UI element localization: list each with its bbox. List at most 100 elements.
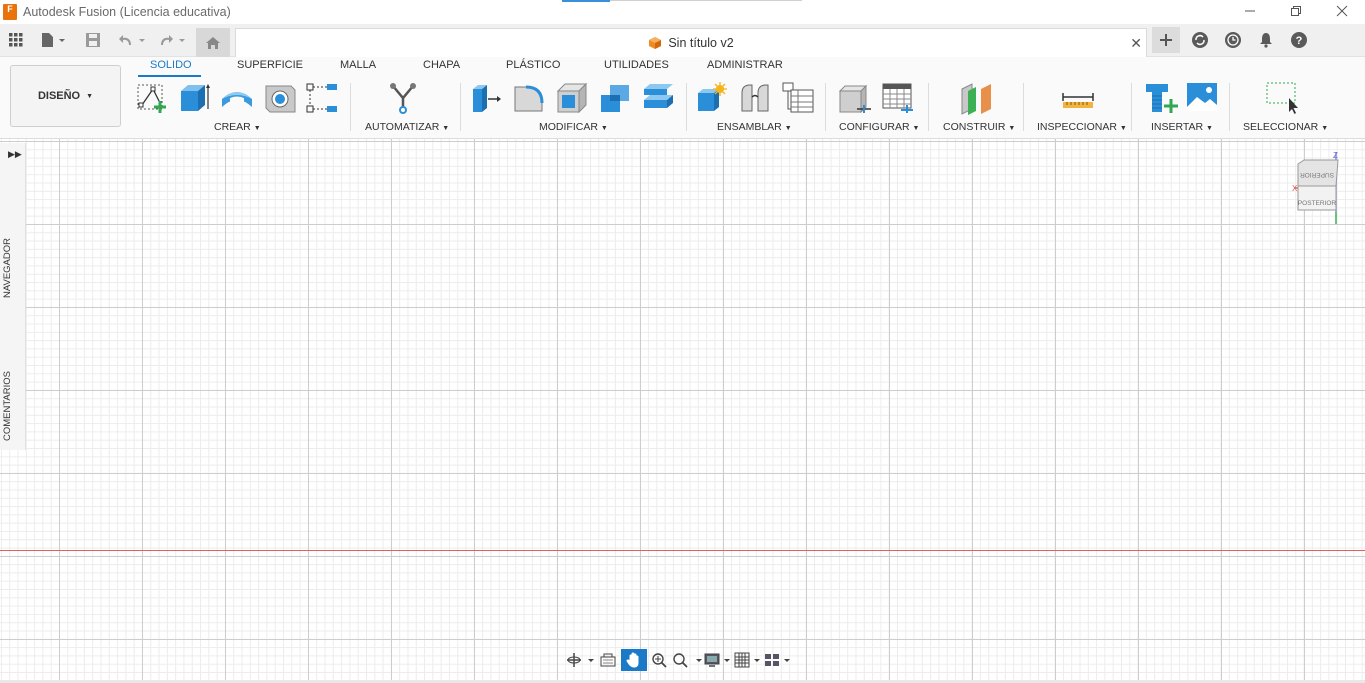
expand-panel-icon[interactable]: ▶▶ <box>8 149 22 160</box>
quick-access-bar: Sin título v2 ✕ ? <box>0 24 1365 57</box>
navigation-bar <box>565 648 801 672</box>
origin-axis-line <box>0 550 1365 551</box>
group-modificar[interactable]: MODIFICAR ▼ <box>539 121 608 133</box>
group-configurar[interactable]: CONFIGURAR ▼ <box>839 121 919 133</box>
group-inspeccionar[interactable]: INSPECCIONAR ▼ <box>1037 121 1127 133</box>
title-accent-line <box>610 0 802 1</box>
construct-plane-icon[interactable] <box>959 81 993 115</box>
bill-of-materials-icon[interactable] <box>781 81 815 115</box>
select-icon[interactable] <box>1265 81 1299 115</box>
workspace-selector[interactable]: DISEÑO ▼ <box>10 65 121 127</box>
minimize-button[interactable] <box>1227 0 1273 22</box>
history-icon[interactable] <box>1222 27 1244 53</box>
document-title: Sin título v2 <box>668 36 734 50</box>
tab-plastico[interactable]: PLÁSTICO <box>506 59 560 71</box>
automate-icon[interactable] <box>386 81 420 115</box>
ribbon: DISEÑO ▼ SOLIDO SUPERFICIE MALLA CHAPA P… <box>0 57 1365 139</box>
fillet-icon[interactable] <box>512 81 546 115</box>
viewcube-top-label: SUPERIOR <box>1300 171 1334 178</box>
undo-icon[interactable] <box>115 27 149 53</box>
insert-canvas-icon[interactable] <box>1186 81 1220 115</box>
pan-icon[interactable] <box>621 649 647 671</box>
new-tab-icon[interactable] <box>1152 27 1180 53</box>
svg-text:?: ? <box>1296 35 1303 47</box>
create-sketch-icon[interactable] <box>135 81 169 115</box>
workspace-label: DISEÑO <box>37 90 81 102</box>
grid-apps-icon[interactable] <box>6 27 26 53</box>
group-seleccionar[interactable]: SELECCIONAR ▼ <box>1243 121 1328 133</box>
side-panel: ▶▶ NAVEGADOR COMENTARIOS <box>0 143 26 450</box>
look-at-icon[interactable] <box>595 649 621 671</box>
tab-malla[interactable]: MALLA <box>340 59 376 71</box>
tab-solido[interactable]: SOLIDO <box>150 59 192 71</box>
viewports-icon[interactable] <box>763 649 793 671</box>
window-title: Autodesk Fusion (Licencia educativa) <box>23 5 231 19</box>
bell-icon[interactable] <box>1256 27 1276 53</box>
axis-z-label: Z <box>1333 151 1338 160</box>
close-tab-icon[interactable]: ✕ <box>1130 35 1142 52</box>
shell-icon[interactable] <box>555 81 589 115</box>
fusion-logo-icon: F <box>3 4 17 20</box>
separator <box>686 83 687 131</box>
separator <box>460 83 461 131</box>
active-tab-indicator <box>138 75 201 77</box>
chevron-down-icon: ▼ <box>600 125 608 132</box>
extrude-icon[interactable] <box>177 81 211 115</box>
chevron-down-icon: ▼ <box>253 125 261 132</box>
fit-zoom-icon[interactable] <box>671 649 703 671</box>
measure-icon[interactable] <box>1061 81 1095 115</box>
close-window-button[interactable] <box>1319 0 1365 22</box>
title-accent <box>562 0 610 2</box>
chevron-down-icon: ▼ <box>442 125 450 132</box>
redo-icon[interactable] <box>155 27 189 53</box>
design-canvas[interactable] <box>0 139 1365 680</box>
chevron-down-icon: ▼ <box>1119 125 1127 132</box>
chevron-down-icon: ▼ <box>86 92 94 100</box>
chevron-down-icon: ▼ <box>1206 125 1213 132</box>
separator <box>1023 83 1024 131</box>
orbit-icon[interactable] <box>565 649 595 671</box>
chevron-down-icon: ▼ <box>912 125 920 132</box>
navigator-label[interactable]: NAVEGADOR <box>2 238 13 298</box>
combine-icon[interactable] <box>598 81 632 115</box>
document-tab[interactable]: Sin título v2 ✕ <box>235 28 1147 57</box>
separator <box>825 83 826 131</box>
grid-settings-icon[interactable] <box>733 649 763 671</box>
offset-face-icon[interactable] <box>641 81 675 115</box>
group-crear[interactable]: CREAR ▼ <box>214 121 261 133</box>
zoom-icon[interactable] <box>647 649 671 671</box>
comments-label[interactable]: COMENTARIOS <box>2 371 13 441</box>
group-insertar[interactable]: INSERTAR ▼ <box>1151 121 1213 133</box>
save-icon[interactable] <box>82 27 104 53</box>
sync-icon[interactable] <box>1189 27 1211 53</box>
group-ensamblar[interactable]: ENSAMBLAR ▼ <box>717 121 792 133</box>
display-settings-icon[interactable] <box>703 649 733 671</box>
separator <box>1131 83 1132 131</box>
title-bar: F Autodesk Fusion (Licencia educativa) <box>0 0 1365 24</box>
tab-superficie[interactable]: SUPERFICIE <box>237 59 303 71</box>
joint-icon[interactable] <box>738 81 772 115</box>
tab-utilidades[interactable]: UTILIDADES <box>604 59 669 71</box>
viewcube-front-label: POSTERIOR <box>1298 200 1337 207</box>
press-pull-icon[interactable] <box>469 81 503 115</box>
new-component-icon[interactable] <box>695 81 729 115</box>
hole-icon[interactable] <box>263 81 297 115</box>
tab-administrar[interactable]: ADMINISTRAR <box>707 59 783 71</box>
group-construir[interactable]: CONSTRUIR ▼ <box>943 121 1015 133</box>
chevron-down-icon: ▼ <box>1008 125 1016 132</box>
revolve-icon[interactable] <box>220 81 254 115</box>
group-automatizar[interactable]: AUTOMATIZAR ▼ <box>365 121 449 133</box>
tab-chapa[interactable]: CHAPA <box>423 59 460 71</box>
configure-icon[interactable] <box>838 81 872 115</box>
insert-mcmaster-icon[interactable] <box>1144 81 1178 115</box>
home-icon[interactable] <box>196 28 230 57</box>
view-cube[interactable]: SUPERIOR POSTERIOR X Z <box>1288 150 1344 226</box>
chevron-down-icon: ▼ <box>784 125 792 132</box>
help-icon[interactable]: ? <box>1289 27 1309 53</box>
restore-button[interactable] <box>1273 0 1319 22</box>
separator <box>350 83 351 131</box>
axis-x-label: X <box>1292 184 1298 193</box>
pattern-icon[interactable] <box>305 81 339 115</box>
file-icon[interactable] <box>38 27 68 53</box>
configuration-table-icon[interactable] <box>881 81 915 115</box>
